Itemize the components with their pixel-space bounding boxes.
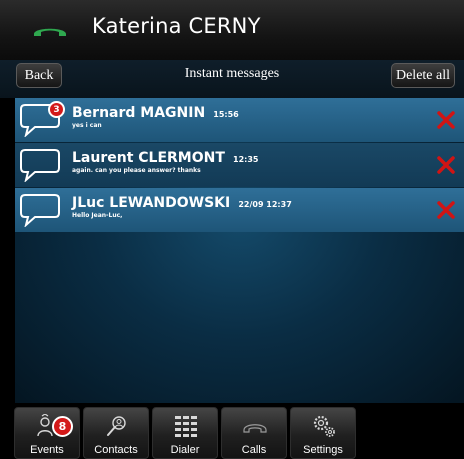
message-list: 3 Bernard MAGNIN 15:56 yes i can Laurent…: [15, 98, 464, 403]
tab-contacts[interactable]: Contacts: [83, 407, 149, 459]
message-time: 12:35: [233, 155, 259, 164]
delete-message-icon[interactable]: [436, 110, 456, 130]
tab-label: Dialer: [170, 444, 200, 456]
message-sender: Bernard MAGNIN 15:56: [72, 102, 239, 121]
message-preview: yes i can: [72, 122, 102, 129]
unread-badge: 3: [48, 101, 65, 118]
tab-label: Settings: [303, 444, 343, 456]
events-badge: 8: [52, 416, 73, 437]
tab-label: Events: [30, 444, 64, 456]
delete-message-icon[interactable]: [436, 200, 456, 220]
chat-bubble-icon: [20, 149, 60, 182]
tab-dialer[interactable]: Dialer: [152, 407, 218, 459]
bottom-tab-bar: 8 Events Contacts Dialer Calls Settings: [0, 403, 464, 459]
sender-name: Laurent CLERMONT: [72, 150, 225, 166]
delete-all-button[interactable]: Delete all: [391, 63, 455, 88]
message-item[interactable]: 3 Bernard MAGNIN 15:56 yes i can: [15, 98, 464, 142]
sender-name: JLuc LEWANDOWSKI: [72, 195, 231, 211]
tab-label: Calls: [241, 444, 267, 456]
keypad-icon: [175, 416, 197, 437]
message-item[interactable]: JLuc LEWANDOWSKI 22/09 12:37 Hello Jean-…: [15, 188, 464, 232]
message-sender: JLuc LEWANDOWSKI 22/09 12:37: [72, 192, 292, 211]
search-contact-icon: [107, 416, 126, 436]
message-time: 15:56: [213, 110, 239, 119]
contact-name: Katerina CERNY: [92, 14, 261, 38]
handset-icon: [34, 28, 66, 36]
tab-label: Contacts: [94, 444, 138, 456]
delete-message-icon[interactable]: [436, 155, 456, 175]
message-preview: Hello Jean-Luc,: [72, 212, 123, 219]
message-time: 22/09 12:37: [238, 200, 292, 209]
handset-icon: [243, 424, 267, 433]
chat-bubble-icon: [20, 194, 60, 227]
message-preview: again. can you please answer? thanks: [72, 167, 201, 174]
tab-settings[interactable]: Settings: [290, 407, 356, 459]
tab-calls[interactable]: Calls: [221, 407, 287, 459]
toolbar: Back Instant messages Delete all: [0, 60, 464, 98]
message-item[interactable]: Laurent CLERMONT 12:35 again. can you pl…: [15, 143, 464, 187]
message-sender: Laurent CLERMONT 12:35: [72, 147, 258, 166]
tab-events[interactable]: 8 Events: [14, 407, 80, 459]
gears-icon: [313, 415, 335, 437]
app-header: Katerina CERNY: [0, 0, 464, 60]
sender-name: Bernard MAGNIN: [72, 105, 206, 121]
